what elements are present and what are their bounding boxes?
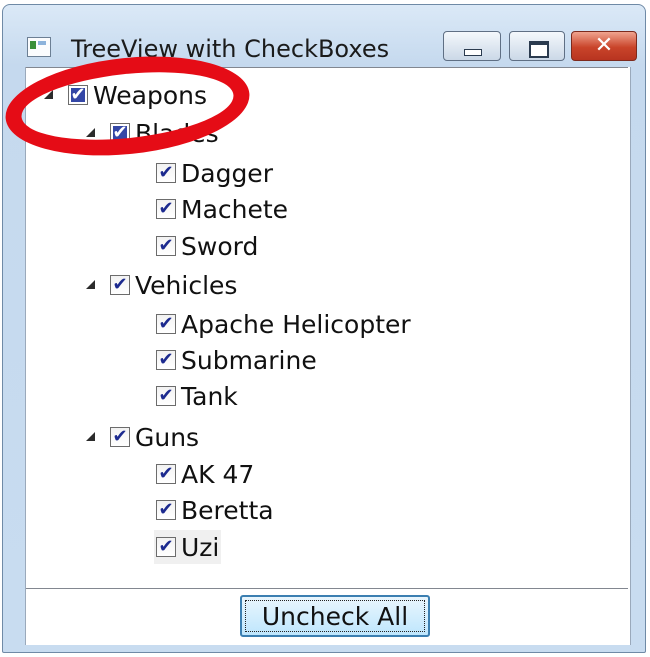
checkbox-machete[interactable]: ✔ [156,199,176,219]
expander-icon[interactable] [86,431,95,441]
checkmark-icon: ✔ [112,426,128,447]
close-icon: ✕ [594,33,614,58]
tree-node-guns[interactable]: ✔ Guns [86,420,199,454]
tree-node-uzi[interactable]: ✔ Uzi [154,530,222,564]
uncheck-all-button[interactable]: Uncheck All [240,595,430,637]
maximize-icon [510,32,564,60]
checkbox-weapons[interactable]: ✔ [68,85,88,105]
tree-node-beretta[interactable]: ✔ Beretta [156,493,274,527]
checkmark-icon: ✔ [158,235,174,256]
app-icon [27,37,51,57]
tree-node-apache-helicopter[interactable]: ✔ Apache Helicopter [156,307,411,341]
tree-node-submarine[interactable]: ✔ Submarine [156,343,317,377]
tree-node-tank[interactable]: ✔ Tank [156,379,238,413]
minimize-button[interactable] [443,31,501,61]
tree-node-ak-47[interactable]: ✔ AK 47 [156,457,254,491]
checkbox-submarine[interactable]: ✔ [156,350,176,370]
tree-node-label: Beretta [181,495,274,525]
maximize-button[interactable] [509,31,565,61]
checkbox-beretta[interactable]: ✔ [156,500,176,520]
tree-node-label: Vehicles [135,270,238,300]
checkmark-icon: ✔ [70,84,86,105]
checkbox-dagger[interactable]: ✔ [156,163,176,183]
checkbox-ak-47[interactable]: ✔ [156,464,176,484]
tree-node-dagger[interactable]: ✔ Dagger [156,156,273,190]
tree-node-label: Sword [181,231,259,261]
checkmark-icon: ✔ [112,274,128,295]
tree-node-label: Submarine [181,345,317,375]
minimize-icon [444,32,500,60]
checkbox-blades[interactable]: ✔ [110,123,130,143]
checkmark-icon: ✔ [158,463,174,484]
checkmark-icon: ✔ [158,198,174,219]
checkbox-sword[interactable]: ✔ [156,236,176,256]
checkbox-guns[interactable]: ✔ [110,427,130,447]
tree-node-vehicles[interactable]: ✔ Vehicles [86,268,237,302]
footer-bar: Uncheck All [26,589,628,645]
tree-node-label: Uzi [181,532,220,562]
close-button[interactable]: ✕ [571,31,637,61]
tree-node-label: Apache Helicopter [181,309,411,339]
tree-node-label: Machete [181,194,289,224]
tree-node-sword[interactable]: ✔ Sword [156,229,258,263]
tree-node-label: Guns [135,422,200,452]
tree-node-label: Dagger [181,158,273,188]
tree-node-label: Tank [181,381,238,411]
checkmark-icon: ✔ [112,122,128,143]
expander-icon[interactable] [86,279,95,289]
checkmark-icon: ✔ [158,313,174,334]
tree-node-machete[interactable]: ✔ Machete [156,192,288,226]
checkmark-icon: ✔ [158,499,174,520]
checkbox-tank[interactable]: ✔ [156,386,176,406]
checkmark-icon: ✔ [158,162,174,183]
checkbox-apache-helicopter[interactable]: ✔ [156,314,176,334]
checkbox-uzi[interactable]: ✔ [156,537,176,557]
tree-node-label: AK 47 [181,459,255,489]
checkmark-icon: ✔ [158,385,174,406]
title-bar[interactable]: TreeView with CheckBoxes ✕ [3,5,645,67]
checkbox-vehicles[interactable]: ✔ [110,275,130,295]
checkmark-icon: ✔ [158,349,174,370]
checkmark-icon: ✔ [158,536,174,557]
